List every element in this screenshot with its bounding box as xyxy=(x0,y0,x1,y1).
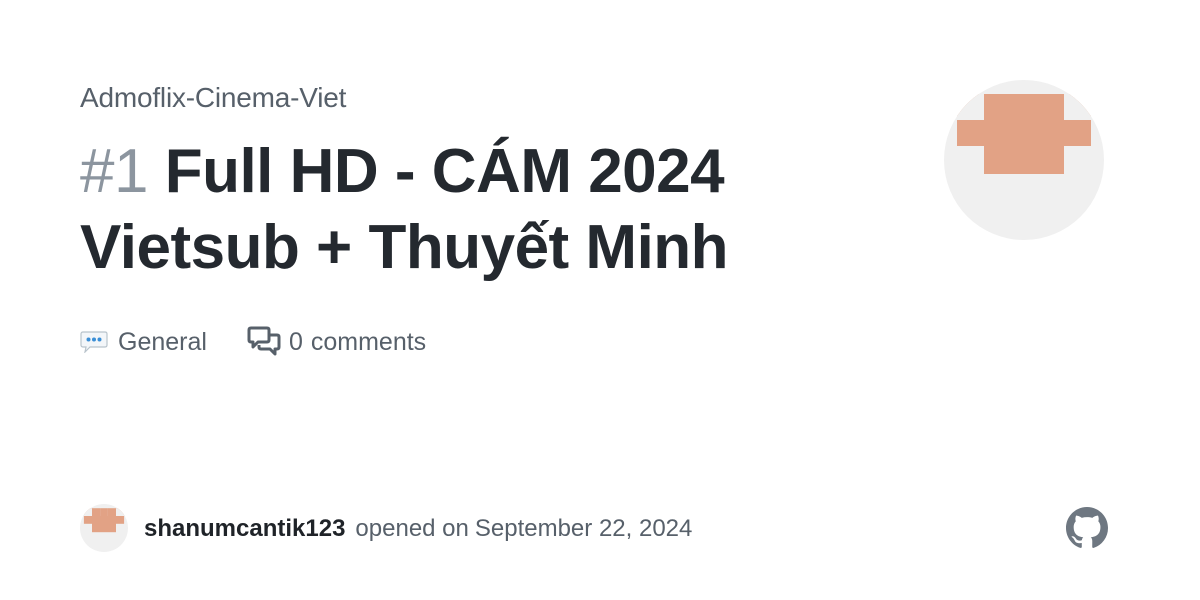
discussion-meta: General 0 comments xyxy=(80,322,426,362)
discussion-title: #1 Full HD - CÁM 2024 Vietsub + Thuyết M… xyxy=(80,134,860,286)
comments-count: 0 xyxy=(288,327,303,356)
identicon xyxy=(957,94,1091,174)
discussion-title-text: Full HD - CÁM 2024 Vietsub + Thuyết Minh xyxy=(80,137,729,282)
author-avatar[interactable] xyxy=(80,504,128,552)
author-username[interactable]: shanumcantik123 xyxy=(144,515,345,543)
repository-name[interactable]: Admoflix-Cinema-Viet xyxy=(80,80,346,116)
comment-discussion-icon xyxy=(247,326,281,356)
author-avatar-large[interactable] xyxy=(944,80,1104,240)
speech-balloon-icon xyxy=(80,331,108,353)
github-logo-icon[interactable] xyxy=(1066,507,1108,549)
comments-label: comments xyxy=(310,327,427,356)
discussion-number: #1 xyxy=(80,137,148,206)
opened-text: opened on xyxy=(355,515,469,542)
category-label[interactable]: General xyxy=(118,328,207,357)
identicon-small xyxy=(83,508,125,533)
opened-date: September 22, 2024 xyxy=(474,515,693,542)
author-line: shanumcantik123 opened on September 22, … xyxy=(144,510,692,548)
